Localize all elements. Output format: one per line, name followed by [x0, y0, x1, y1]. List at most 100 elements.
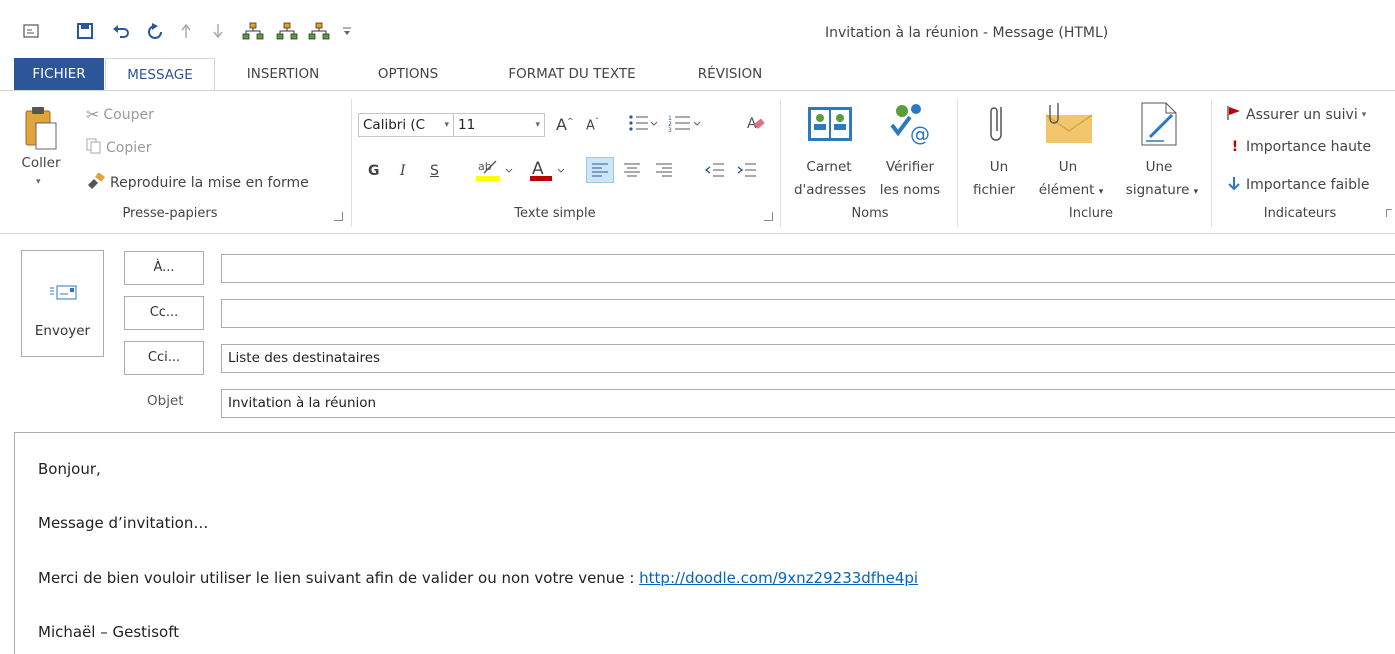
check-names-line2[interactable]: les noms [874, 182, 946, 198]
bcc-button[interactable]: Cci... [124, 341, 204, 375]
to-button[interactable]: À... [124, 251, 204, 285]
group-label-clipboard: Presse-papiers [122, 206, 218, 221]
follow-up-dropdown-icon: ▾ [1361, 110, 1367, 120]
format-painter-button[interactable]: Reproduire la mise en forme [86, 172, 309, 193]
attach-item-icon[interactable] [1042, 101, 1096, 148]
increase-indent-icon[interactable] [736, 161, 758, 185]
separator [957, 99, 958, 227]
body-message: Message d’invitation… [38, 514, 209, 532]
underline-button[interactable]: S [430, 163, 439, 179]
low-importance-button[interactable]: Importance faible [1226, 175, 1369, 195]
org-chart-icon-2[interactable] [274, 20, 300, 42]
address-book-icon[interactable] [804, 103, 856, 148]
item-dropdown-icon: ▾ [1098, 187, 1104, 197]
signature-dropdown-icon: ▾ [1193, 187, 1199, 197]
font-size-combo[interactable]: 11 ▾ [453, 113, 545, 137]
undo-icon[interactable] [110, 20, 132, 42]
separator [780, 99, 781, 227]
shrink-font-icon[interactable]: Aˇ [586, 117, 599, 133]
org-chart-icon-3[interactable] [306, 20, 332, 42]
cc-field[interactable] [221, 299, 1395, 328]
attach-item-line1[interactable]: Un [1048, 159, 1088, 175]
follow-up-button[interactable]: Assurer un suivi ▾ [1226, 105, 1366, 125]
bcc-field[interactable]: Liste des destinataires [221, 344, 1395, 373]
to-field[interactable] [221, 254, 1395, 283]
scissors-icon: ✂ [86, 105, 100, 124]
message-body[interactable]: Bonjour, Message d’invitation… Merci de … [14, 432, 1395, 654]
grow-font-icon[interactable]: A^ [556, 115, 574, 134]
bold-button[interactable]: G [368, 163, 380, 179]
previous-item-icon[interactable] [176, 20, 196, 42]
next-item-icon[interactable] [208, 20, 228, 42]
attach-item-line2[interactable]: élément ▾ [1026, 182, 1116, 198]
doodle-link[interactable]: http://doodle.com/9xnz29233dfhe4pi [639, 569, 918, 587]
copy-button[interactable]: Copier [86, 138, 152, 158]
tab-options[interactable]: OPTIONS [358, 58, 458, 90]
customize-qat-icon[interactable] [340, 20, 354, 42]
group-label-names: Noms [851, 206, 889, 221]
outlook-icon[interactable] [20, 20, 42, 42]
subject-field[interactable]: Invitation à la réunion [221, 389, 1395, 418]
ribbon: Coller ▾ ✂ Couper Copier Reproduire la m… [0, 90, 1395, 234]
redo-icon[interactable] [144, 20, 166, 42]
high-importance-button[interactable]: ! Importance haute [1228, 139, 1371, 155]
signature-line1[interactable]: Une [1136, 159, 1182, 175]
save-icon[interactable] [74, 20, 96, 42]
svg-text:@: @ [910, 122, 930, 146]
group-label-tags: Indicateurs [1263, 206, 1337, 221]
format-painter-icon [86, 172, 106, 193]
tab-insertion[interactable]: INSERTION [228, 58, 338, 90]
ribbon-tabs: FICHIER MESSAGE INSERTION OPTIONS FORMAT… [0, 58, 1395, 91]
cut-button[interactable]: ✂ Couper [86, 105, 154, 124]
address-book-line1[interactable]: Carnet [806, 159, 852, 175]
group-label-basic-text: Texte simple [514, 206, 596, 221]
numbering-icon[interactable]: 123 [668, 113, 702, 137]
window-title: Invitation à la réunion - Message (HTML) [825, 25, 1109, 41]
separator [1211, 99, 1212, 227]
body-signature: Michaël – Gestisoft [38, 623, 180, 641]
check-names-line1[interactable]: Vérifier [880, 159, 940, 175]
exclamation-icon: ! [1231, 139, 1239, 155]
tab-fichier[interactable]: FICHIER [14, 58, 104, 90]
tab-message[interactable]: MESSAGE [105, 58, 215, 91]
align-center-icon[interactable] [622, 161, 642, 185]
align-left-button[interactable] [586, 157, 614, 183]
font-name-combo[interactable]: Calibri (C ▾ [358, 113, 454, 137]
clipboard-launcher-icon[interactable] [334, 212, 343, 221]
copy-icon [86, 138, 102, 158]
font-color-icon[interactable]: A [530, 157, 570, 187]
tab-revision[interactable]: RÉVISION [680, 58, 780, 90]
signature-icon[interactable] [1138, 101, 1182, 150]
clear-formatting-icon[interactable]: A [746, 113, 766, 137]
attach-file-line1[interactable]: Un [979, 159, 1019, 175]
italic-button[interactable]: I [400, 163, 406, 179]
attach-file-line2[interactable]: fichier [966, 182, 1022, 198]
size-dropdown-icon: ▾ [535, 120, 540, 130]
svg-text:3: 3 [668, 127, 672, 133]
tab-format-du-texte[interactable]: FORMAT DU TEXTE [482, 58, 662, 90]
body-greeting: Bonjour, [38, 460, 101, 478]
attach-file-icon[interactable] [986, 101, 1010, 148]
org-chart-icon[interactable] [240, 20, 266, 42]
subject-label: Objet [147, 393, 184, 409]
body-link-line: Merci de bien vouloir utiliser le lien s… [38, 569, 919, 587]
paste-icon[interactable] [24, 105, 58, 151]
decrease-indent-icon[interactable] [704, 161, 726, 185]
group-label-include: Inclure [1068, 206, 1114, 221]
bullets-icon[interactable] [628, 113, 658, 137]
check-names-icon[interactable]: @ [888, 101, 936, 152]
address-book-line2[interactable]: d'adresses [789, 182, 871, 198]
font-dropdown-icon: ▾ [444, 120, 449, 130]
basic-text-launcher-icon[interactable] [764, 212, 773, 221]
title-bar: Invitation à la réunion - Message (HTML) [0, 0, 1395, 58]
paste-dropdown-icon[interactable]: ▾ [36, 177, 41, 187]
signature-line2[interactable]: signature ▾ [1116, 182, 1208, 198]
paste-button[interactable]: Coller [16, 155, 66, 171]
send-button[interactable]: Envoyer [21, 250, 104, 357]
arrow-down-icon [1226, 175, 1242, 195]
tags-launcher-icon[interactable] [1386, 209, 1392, 217]
align-right-icon[interactable] [654, 161, 674, 185]
highlight-icon[interactable]: ab [476, 157, 516, 187]
send-icon [50, 285, 78, 304]
cc-button[interactable]: Cc... [124, 296, 204, 330]
